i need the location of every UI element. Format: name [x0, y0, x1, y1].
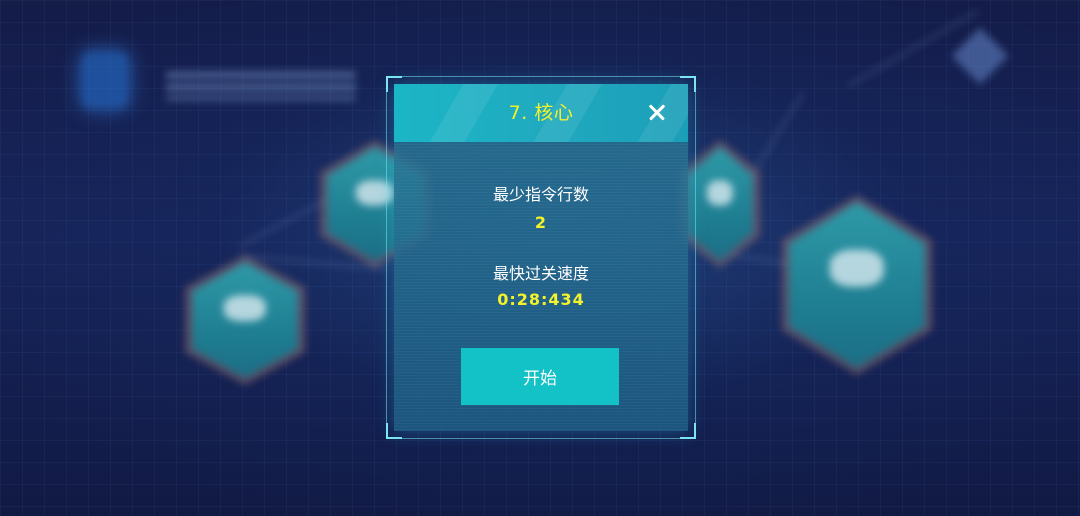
game-screen: 7. 核心 最少指令行数 2 最快过关速度 0:28:434 开始: [0, 0, 1080, 516]
frame-edge: [386, 438, 696, 439]
frame-edge: [386, 76, 387, 439]
level-node: [782, 195, 932, 375]
frame-edge: [386, 76, 696, 77]
fastest-time-value: 0:28:434: [497, 290, 585, 309]
level-node: [185, 255, 305, 385]
min-instructions-value: 2: [534, 213, 548, 232]
close-icon[interactable]: [644, 99, 670, 125]
diamond-node-icon: [951, 27, 1009, 85]
min-instructions-label: 最少指令行数: [492, 185, 589, 204]
level-dialog-frame: 7. 核心 最少指令行数 2 最快过关速度 0:28:434 开始: [386, 76, 696, 439]
level-dialog: 7. 核心 最少指令行数 2 最快过关速度 0:28:434 开始: [394, 84, 688, 431]
start-button[interactable]: 开始: [461, 348, 619, 405]
blurred-hint-text: [166, 72, 356, 100]
dialog-header: 7. 核心: [394, 84, 688, 142]
info-icon: [82, 52, 128, 108]
frame-edge: [695, 76, 696, 439]
fastest-time-label: 最快过关速度: [492, 264, 589, 283]
